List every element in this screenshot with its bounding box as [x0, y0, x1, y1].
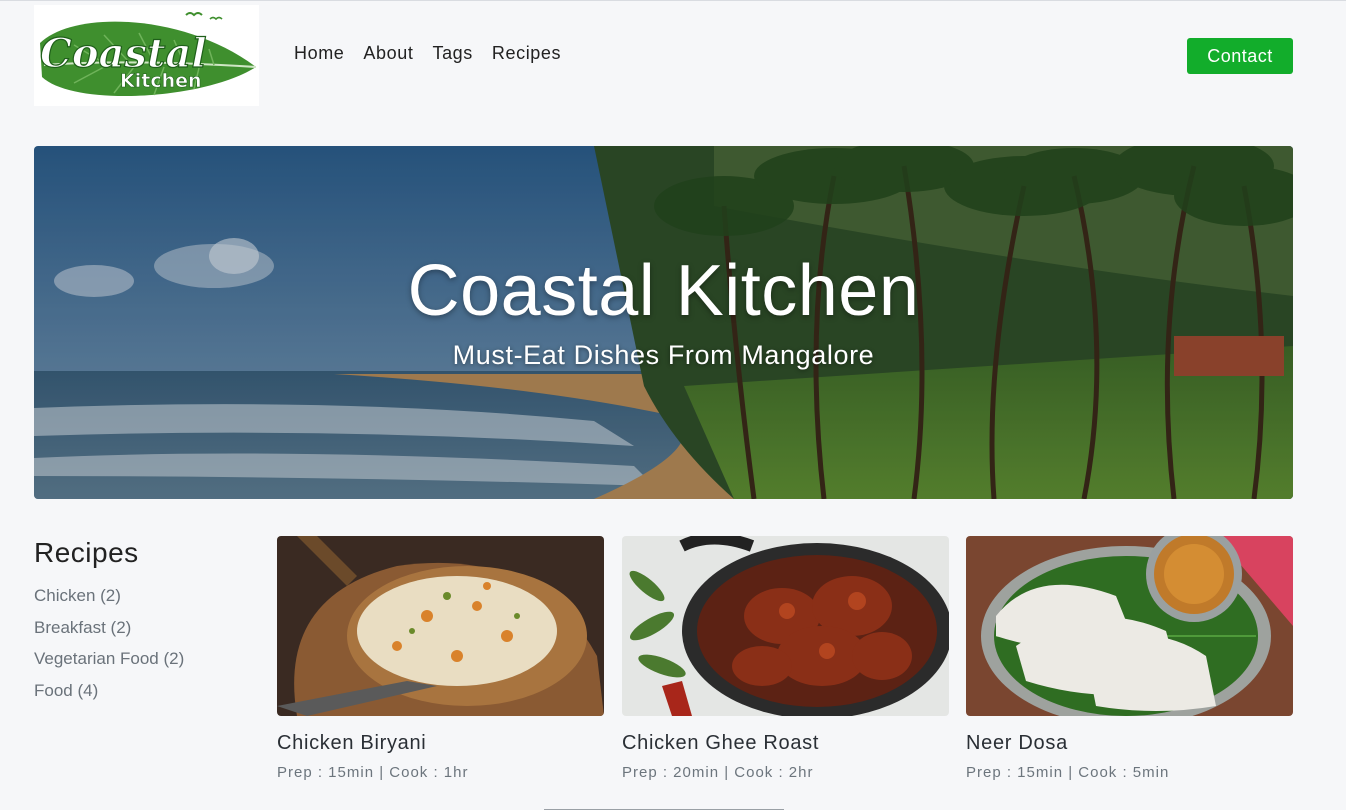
- nav-recipes-link[interactable]: Recipes: [492, 43, 561, 64]
- neer-dosa-image: [966, 536, 1293, 716]
- tag-breakfast-link[interactable]: Breakfast (2): [34, 617, 184, 649]
- hero-subtitle: Must-Eat Dishes From Mangalore: [452, 340, 875, 370]
- recipe-card-neer-dosa[interactable]: Neer Dosa Prep : 15min | Cook : 5min: [966, 536, 1293, 781]
- chicken-biryani-image: [277, 536, 604, 716]
- hero-banner: Coastal Kitchen Must-Eat Dishes From Man…: [34, 146, 1293, 499]
- tag-vegetarian-food-link[interactable]: Vegetarian Food (2): [34, 648, 184, 680]
- site-logo[interactable]: Coastal Kitchen: [34, 5, 259, 106]
- sidebar-title: Recipes: [34, 537, 139, 568]
- svg-text:Kitchen: Kitchen: [120, 70, 202, 92]
- logo-leaf-icon: Coastal Kitchen: [39, 12, 257, 97]
- chicken-ghee-roast-image: [622, 536, 949, 716]
- recipe-title: Chicken Ghee Roast: [622, 732, 820, 754]
- recipe-time: Prep : 15min | Cook : 1hr: [277, 764, 469, 781]
- tag-food-link[interactable]: Food (4): [34, 680, 184, 712]
- nav-about-link[interactable]: About: [363, 43, 413, 64]
- recipe-title: Neer Dosa: [966, 732, 1068, 754]
- tag-chicken-link[interactable]: Chicken (2): [34, 585, 184, 617]
- recipe-time: Prep : 20min | Cook : 2hr: [622, 764, 814, 781]
- recipe-time: Prep : 15min | Cook : 5min: [966, 764, 1170, 781]
- recipe-title: Chicken Biryani: [277, 732, 427, 754]
- tag-list: Chicken (2) Breakfast (2) Vegetarian Foo…: [34, 585, 184, 712]
- recipe-card-chicken-biryani[interactable]: Chicken Biryani Prep : 15min | Cook : 1h…: [277, 536, 604, 781]
- recipe-card-chicken-ghee-roast[interactable]: Chicken Ghee Roast Prep : 20min | Cook :…: [622, 536, 949, 781]
- contact-button[interactable]: Contact: [1187, 38, 1293, 74]
- nav-tags-link[interactable]: Tags: [432, 43, 472, 64]
- nav-home-link[interactable]: Home: [294, 43, 344, 64]
- hero-title: Coastal Kitchen: [407, 251, 920, 331]
- main-nav: Home About Tags Recipes: [294, 43, 561, 64]
